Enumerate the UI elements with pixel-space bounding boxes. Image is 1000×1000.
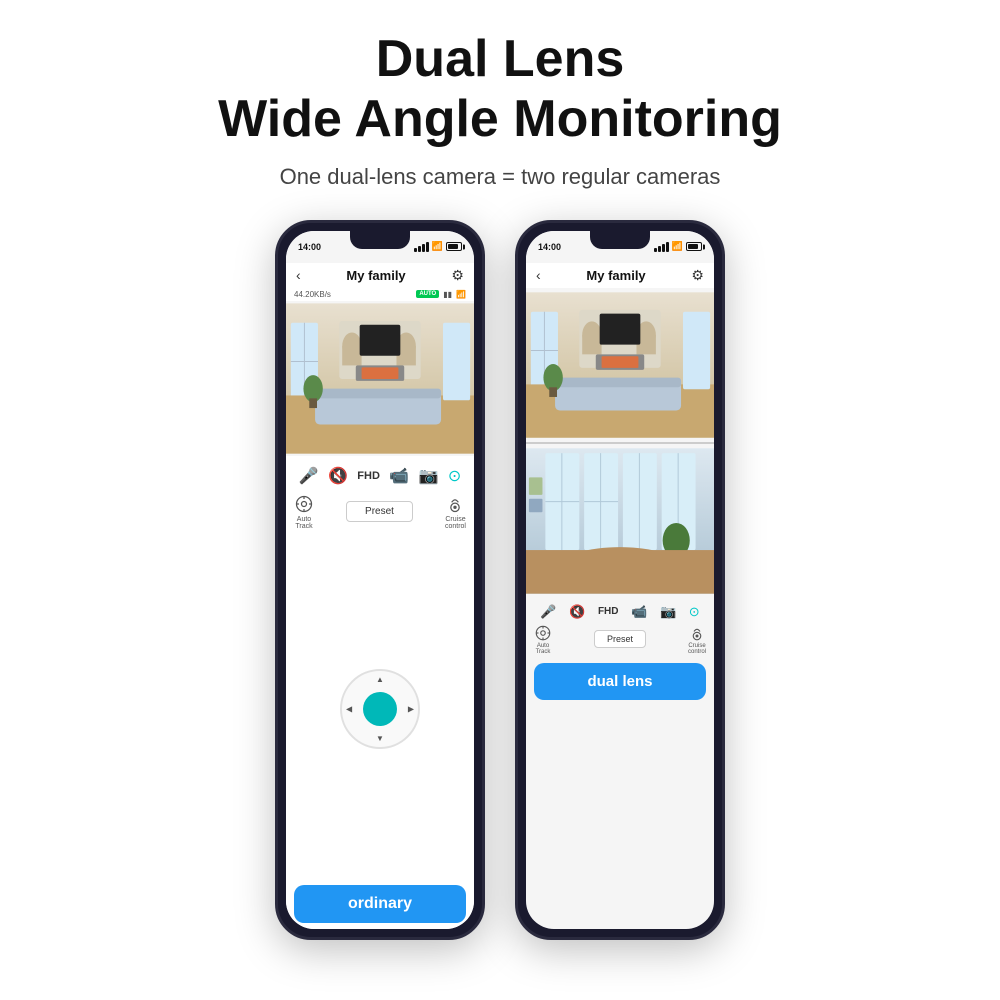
page-container: Dual Lens Wide Angle Monitoring One dual… bbox=[0, 0, 1000, 1000]
controls-area-right: 🎤 🔇 FHD 📹 📷 ⊙ bbox=[526, 598, 714, 702]
mic-icon-left[interactable]: 🎤 bbox=[299, 466, 319, 486]
wifi-right: 📶 bbox=[672, 241, 683, 252]
subtitle: One dual-lens camera = two regular camer… bbox=[280, 164, 721, 190]
signal-left bbox=[414, 242, 429, 252]
split-icon-left: ▮▮ bbox=[443, 290, 452, 299]
auto-track-label-right: AutoTrack bbox=[536, 643, 551, 655]
toolbar-strip-left: 44.20KB/s AUTO ▮▮ 📶 bbox=[286, 288, 474, 301]
track-row-left: AutoTrack Preset Cruisecontrol bbox=[294, 490, 466, 534]
cruise-item-right[interactable]: Cruisecontrol bbox=[688, 624, 706, 655]
status-time-left: 14:00 bbox=[298, 242, 321, 252]
arrow-up-left[interactable]: ▲ bbox=[376, 675, 384, 684]
headline-line2: Wide Angle Monitoring bbox=[218, 90, 782, 148]
auto-badge-left: AUTO bbox=[416, 290, 439, 298]
room-svg-left bbox=[286, 301, 474, 456]
auto-track-item-right[interactable]: AutoTrack bbox=[534, 624, 552, 655]
arrow-right-left[interactable]: ▶ bbox=[408, 705, 414, 714]
auto-track-label-left: AutoTrack bbox=[295, 516, 312, 530]
feed-bottom-right bbox=[526, 444, 714, 598]
track-row-right: AutoTrack Preset Cruisecontrol bbox=[534, 622, 706, 657]
settings-circle-right[interactable]: ⊙ bbox=[689, 604, 700, 620]
bottom-pill-right: dual lens bbox=[534, 663, 706, 700]
nav-bar-right: ‹ My family ⚙ bbox=[526, 263, 714, 288]
phone-left: 14:00 📶 bbox=[275, 220, 485, 940]
back-button-left[interactable]: ‹ bbox=[296, 267, 301, 283]
camera-icon-left[interactable]: 📷 bbox=[419, 466, 439, 486]
arrow-down-left[interactable]: ▼ bbox=[376, 734, 384, 743]
joystick-area-left: ▲ ▼ ◀ ▶ bbox=[294, 538, 466, 881]
mute-icon-right[interactable]: 🔇 bbox=[569, 604, 585, 620]
battery-left bbox=[446, 242, 462, 251]
settings-button-right[interactable]: ⚙ bbox=[691, 267, 704, 284]
room-svg-right-top bbox=[526, 288, 714, 442]
cruise-label-right: Cruisecontrol bbox=[688, 643, 706, 655]
notch-bar-right: 14:00 📶 bbox=[526, 231, 714, 263]
notch-bar-left: 14:00 📶 bbox=[286, 231, 474, 263]
fhd-label-right[interactable]: FHD bbox=[598, 606, 619, 617]
cruise-icon-left bbox=[445, 494, 465, 514]
camera-feed-left bbox=[286, 301, 474, 456]
speed-left: 44.20KB/s bbox=[294, 290, 331, 299]
phone-left-screen: 14:00 📶 bbox=[286, 231, 474, 929]
settings-button-left[interactable]: ⚙ bbox=[451, 267, 464, 284]
preset-button-right[interactable]: Preset bbox=[594, 630, 646, 648]
joystick-left[interactable]: ▲ ▼ ◀ ▶ bbox=[340, 669, 420, 749]
nav-title-right: My family bbox=[586, 268, 645, 283]
auto-track-icon-left bbox=[294, 494, 314, 514]
notch-left bbox=[350, 231, 410, 249]
nav-title-left: My family bbox=[346, 268, 405, 283]
icon-row-left: 🎤 🔇 FHD 📹 📷 ⊙ bbox=[294, 462, 466, 490]
cruise-item-left[interactable]: Cruisecontrol bbox=[445, 494, 466, 530]
fhd-label-left[interactable]: FHD bbox=[357, 470, 380, 482]
battery-right bbox=[686, 242, 702, 251]
controls-area-left: 🎤 🔇 FHD 📹 📷 ⊙ bbox=[286, 456, 474, 929]
camera-feed-right bbox=[526, 288, 714, 598]
status-icons-left: 📶 bbox=[414, 241, 462, 252]
preset-button-left[interactable]: Preset bbox=[346, 501, 413, 522]
wifi-left: 📶 bbox=[432, 241, 443, 252]
signal-right bbox=[654, 242, 669, 252]
phone-right: 14:00 📶 bbox=[515, 220, 725, 940]
bottom-pill-left: ordinary bbox=[294, 885, 466, 923]
status-icons-right: 📶 bbox=[654, 241, 702, 252]
headline: Dual Lens Wide Angle Monitoring bbox=[218, 30, 782, 150]
feed-top-right bbox=[526, 288, 714, 442]
room-svg-right-bottom bbox=[526, 444, 714, 598]
settings-circle-left[interactable]: ⊙ bbox=[448, 466, 461, 486]
phones-row: 14:00 📶 bbox=[275, 220, 725, 940]
back-button-right[interactable]: ‹ bbox=[536, 267, 541, 283]
cruise-icon-right bbox=[688, 624, 706, 642]
status-time-right: 14:00 bbox=[538, 242, 561, 252]
mic-icon-right[interactable]: 🎤 bbox=[540, 604, 556, 620]
icon-row-right: 🎤 🔇 FHD 📹 📷 ⊙ bbox=[534, 602, 706, 622]
arrow-left-left[interactable]: ◀ bbox=[346, 705, 352, 714]
headline-line1: Dual Lens bbox=[376, 30, 625, 88]
auto-track-item-left[interactable]: AutoTrack bbox=[294, 494, 314, 530]
cruise-label-left: Cruisecontrol bbox=[445, 516, 466, 530]
camera-icon-right[interactable]: 📷 bbox=[660, 604, 676, 620]
wifi-signal-left: 📶 bbox=[456, 290, 466, 299]
mute-icon-left[interactable]: 🔇 bbox=[328, 466, 348, 486]
record-icon-right[interactable]: 📹 bbox=[631, 604, 647, 620]
record-icon-left[interactable]: 📹 bbox=[389, 466, 409, 486]
nav-bar-left: ‹ My family ⚙ bbox=[286, 263, 474, 288]
joystick-center-left[interactable] bbox=[363, 692, 397, 726]
notch-right bbox=[590, 231, 650, 249]
auto-track-icon-right bbox=[534, 624, 552, 642]
phone-right-screen: 14:00 📶 bbox=[526, 231, 714, 929]
